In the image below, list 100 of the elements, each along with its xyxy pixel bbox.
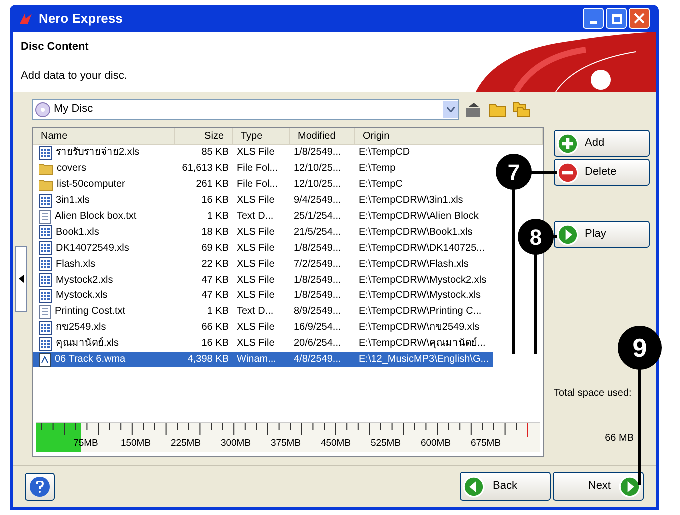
tick-label: 525MB bbox=[370, 437, 402, 451]
table-cell-text: 12/10/25... bbox=[294, 178, 342, 192]
spreadsheet-icon bbox=[39, 241, 52, 256]
table-cell-text: 1/8/2549... bbox=[294, 146, 342, 160]
table-cell-text: 25/1/254... bbox=[294, 210, 342, 224]
file-name: Book1.xls bbox=[56, 226, 100, 240]
table-cell-text: E:\TempCDRW\Mystock.xls bbox=[359, 289, 482, 304]
column-header[interactable]: Size bbox=[175, 128, 233, 144]
file-row[interactable]: 3in1.xls 16 KB XLS File 9/4/2549... E:\TempCDRW\3in1.xls bbox=[33, 192, 493, 209]
folders-icon[interactable] bbox=[513, 102, 531, 118]
tick-label: 450MB bbox=[320, 437, 352, 451]
table-cell-text: 8/9/2549... bbox=[294, 305, 342, 320]
play-button[interactable]: Play bbox=[554, 221, 650, 248]
file-row[interactable]: Book1.xls 18 KB XLS File 21/5/254... E:\TempCDRW\Book1.xls bbox=[33, 224, 493, 240]
folder-icon bbox=[39, 178, 53, 191]
column-header[interactable]: Type bbox=[233, 128, 290, 144]
close-button[interactable] bbox=[629, 8, 650, 29]
file-name: 3in1.xls bbox=[56, 194, 90, 208]
add-button[interactable]: Add bbox=[554, 130, 650, 157]
file-row[interactable]: กข2549.xls 66 KB XLS File 16/9/254... E:\TempCDRW\กข2549.xls bbox=[33, 320, 493, 336]
table-cell-text: 16 KB bbox=[202, 194, 229, 208]
table-cell-text: 47 KB bbox=[202, 289, 229, 304]
close-icon bbox=[634, 13, 645, 24]
table-cell-text: XLS File bbox=[237, 321, 275, 336]
file-name: Flash.xls bbox=[56, 258, 96, 272]
table-cell-text: Winam... bbox=[237, 353, 276, 368]
table-cell-text: E:\12_MusicMP3\English\G... bbox=[359, 353, 490, 368]
document-icon bbox=[39, 304, 51, 319]
file-row[interactable]: Mystock.xls 47 KB XLS File 1/8/2549... E:\TempCDRW\Mystock.xls bbox=[33, 288, 493, 304]
minimize-button[interactable] bbox=[583, 8, 604, 29]
tick-label: 225MB bbox=[170, 437, 202, 451]
table-cell-text: E:\TempCDRW\Mystock2.xls bbox=[359, 274, 487, 288]
table-cell-text: E:\TempCDRW\Printing C... bbox=[359, 305, 482, 320]
delete-button[interactable]: Delete bbox=[554, 159, 650, 186]
table-cell-text: E:\Temp bbox=[359, 162, 396, 176]
table-cell-text: 9/4/2549... bbox=[294, 194, 342, 208]
table-cell-text: 4/8/2549... bbox=[294, 353, 342, 368]
file-row[interactable]: รายรับรายจ่าย2.xls 85 KB XLS File 1/8/2549... E:\TempCD bbox=[33, 145, 493, 161]
spreadsheet-icon bbox=[39, 336, 52, 351]
folder-icon bbox=[39, 162, 53, 175]
help-button[interactable] bbox=[25, 472, 55, 500]
file-name: กข2549.xls bbox=[56, 321, 106, 336]
table-cell-text: E:\TempCDRW\Book1.xls bbox=[359, 226, 473, 240]
disc-selector[interactable]: My Disc bbox=[32, 99, 459, 120]
table-cell-text: XLS File bbox=[237, 337, 275, 352]
table-cell-text: 18 KB bbox=[202, 226, 229, 240]
back-button[interactable]: Back bbox=[460, 472, 551, 501]
help-icon bbox=[30, 476, 50, 496]
file-row[interactable]: Alien Block box.txt 1 KB Text D... 25/1/254... E:\TempCDRW\Alien Block bbox=[33, 208, 493, 224]
audio-file-icon bbox=[39, 352, 51, 367]
document-icon bbox=[39, 210, 51, 224]
spreadsheet-icon bbox=[39, 146, 52, 160]
file-row[interactable]: DK14072549.xls 69 KB XLS File 1/8/2549... E:\TempCDRW\DK140725... bbox=[33, 240, 493, 256]
file-row[interactable]: Printing Cost.txt 1 KB Text D... 8/9/2549... E:\TempCDRW\Printing C... bbox=[33, 304, 493, 320]
table-cell-text: 1/8/2549... bbox=[294, 242, 342, 256]
file-row[interactable]: คุณมานัดย์.xls 16 KB XLS File 20/6/254... E:\TempCDRW\คุณมานัดย์... bbox=[33, 336, 493, 352]
total-space-label: Total space used: bbox=[554, 387, 633, 401]
table-cell-text: 20/6/254... bbox=[294, 337, 342, 352]
flame-logo-icon bbox=[19, 12, 33, 24]
maximize-button[interactable] bbox=[606, 8, 627, 29]
next-button[interactable]: Next bbox=[553, 472, 644, 501]
file-name: list-50computer bbox=[57, 178, 126, 192]
table-cell-text: XLS File bbox=[237, 242, 275, 256]
column-header[interactable]: Modified bbox=[290, 128, 355, 144]
table-cell-text: 261 KB bbox=[196, 178, 229, 192]
table-cell-text: XLS File bbox=[237, 289, 275, 304]
table-cell: E:\TempCDRW\คุณมานัดย์... bbox=[359, 336, 486, 352]
file-row[interactable]: Mystock2.xls 47 KB XLS File 1/8/2549... E:\TempCDRW\Mystock2.xls bbox=[33, 272, 493, 288]
table-cell-text: E:\TempCDRW\กข2549.xls bbox=[359, 321, 480, 336]
table-cell-text: 61,613 KB bbox=[182, 162, 229, 176]
column-header[interactable]: Name bbox=[33, 128, 175, 144]
file-row[interactable]: covers 61,613 KB File Fol... 12/10/25... E:\Temp bbox=[33, 160, 493, 177]
file-row[interactable]: Flash.xls 22 KB XLS File 7/2/2549... E:\TempCDRW\Flash.xls bbox=[33, 256, 493, 272]
table-cell-text: XLS File bbox=[237, 226, 275, 240]
table-cell-text: 12/10/25... bbox=[294, 162, 342, 176]
minus-icon bbox=[557, 162, 579, 184]
column-header[interactable]: Origin bbox=[355, 128, 543, 144]
file-row[interactable]: 06 Track 6.wma 4,398 KB Winam... 4/8/2549... E:\12_MusicMP3\English\G... bbox=[33, 352, 493, 368]
upload-icon[interactable] bbox=[465, 102, 483, 118]
folder-icon[interactable] bbox=[489, 102, 507, 118]
spreadsheet-icon bbox=[39, 225, 52, 240]
file-name: รายรับรายจ่าย2.xls bbox=[56, 146, 140, 160]
spreadsheet-icon bbox=[39, 194, 52, 208]
table-cell-text: XLS File bbox=[237, 194, 275, 208]
file-name: 06 Track 6.wma bbox=[55, 353, 126, 368]
file-name: Alien Block box.txt bbox=[55, 210, 137, 224]
table-cell-text: 22 KB bbox=[202, 258, 229, 272]
table-cell-text: E:\TempCDRW\Alien Block bbox=[359, 210, 479, 224]
caret-left-icon bbox=[18, 274, 24, 282]
table-cell-text: E:\TempCDRW\DK140725... bbox=[359, 242, 485, 256]
file-name: Printing Cost.txt bbox=[55, 305, 126, 320]
section-subtitle: Add data to your disc. bbox=[21, 68, 128, 84]
tick-label: 675MB bbox=[470, 437, 502, 451]
spreadsheet-icon bbox=[39, 257, 52, 272]
table-cell-text: 16 KB bbox=[202, 337, 229, 352]
file-row[interactable]: list-50computer 261 KB File Fol... 12/10/25... E:\TempC bbox=[33, 176, 493, 193]
table-cell-text: 66 KB bbox=[202, 321, 229, 336]
table-cell-text: XLS File bbox=[237, 258, 275, 272]
collapse-tab[interactable] bbox=[15, 246, 27, 312]
file-name: คุณมานัดย์.xls bbox=[56, 336, 119, 352]
